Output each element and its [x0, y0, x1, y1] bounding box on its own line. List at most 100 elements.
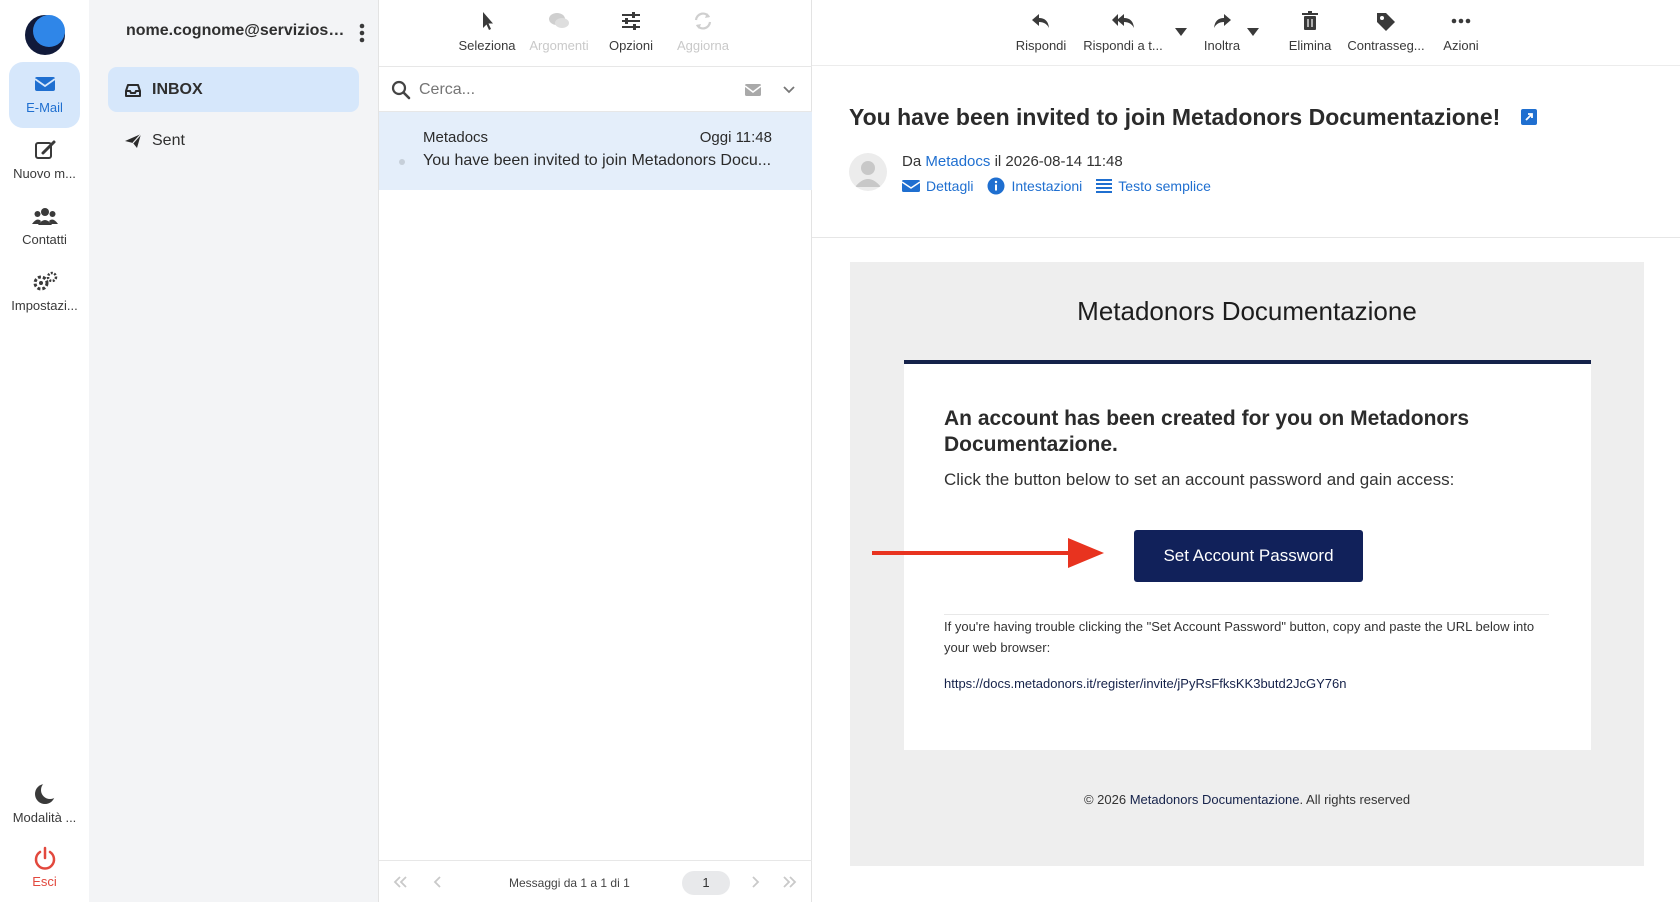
- flag-label: Contrasseg...: [1347, 38, 1425, 53]
- threads-icon: [549, 13, 569, 28]
- nav-rail: E-Mail Nuovo m... Contatti Impostazi... …: [0, 0, 89, 902]
- envelope-icon: [902, 180, 920, 192]
- power-icon: [34, 846, 55, 870]
- open-external-icon[interactable]: [1520, 108, 1538, 126]
- actions-button[interactable]: Azioni: [1434, 0, 1488, 53]
- options-button[interactable]: Opzioni: [595, 0, 667, 66]
- forward-caret-icon[interactable]: [1247, 28, 1259, 36]
- threads-button[interactable]: Argomenti: [523, 0, 595, 66]
- email-paragraph: Click the button below to set an account…: [944, 470, 1455, 489]
- search-input[interactable]: [419, 78, 719, 102]
- kebab-menu-icon[interactable]: [357, 22, 367, 44]
- inbox-icon: [125, 83, 141, 97]
- rail-item-email[interactable]: E-Mail: [9, 62, 80, 128]
- pagination: Messaggi da 1 a 1 di 1 1: [379, 860, 812, 902]
- reader-toolbar: Rispondi Rispondi a t... Inoltra Elimina…: [812, 0, 1680, 66]
- last-page-icon[interactable]: [781, 874, 799, 890]
- next-page-icon[interactable]: [746, 874, 764, 890]
- rail-item-label: Contatti: [22, 232, 67, 247]
- folder-pane: nome.cognome@serviziosost... INBOX Sent: [89, 0, 379, 902]
- search-icon: [391, 80, 411, 100]
- message-meta: Da Metadocs il 2026-08-14 11:48: [902, 153, 1123, 170]
- reply-label: Rispondi: [1015, 38, 1067, 53]
- message-links: Dettagli Intestazioni Testo semplice: [902, 177, 1211, 195]
- mail-app: E-Mail Nuovo m... Contatti Impostazi... …: [0, 0, 1680, 902]
- lines-icon: [1096, 179, 1113, 193]
- plain-text-link[interactable]: Testo semplice: [1096, 177, 1211, 195]
- envelope-icon: [33, 77, 56, 91]
- folder-sent[interactable]: Sent: [108, 118, 359, 163]
- details-link[interactable]: Dettagli: [902, 177, 973, 195]
- moon-icon: [34, 782, 58, 804]
- rail-item-contacts[interactable]: Contatti: [9, 194, 80, 260]
- message-subject: You have been invited to join Metadonors…: [423, 152, 772, 169]
- delete-button[interactable]: Elimina: [1282, 0, 1338, 53]
- info-icon: [987, 177, 1005, 195]
- refresh-icon: [694, 12, 712, 30]
- divider: [944, 614, 1549, 615]
- set-account-password-button[interactable]: Set Account Password: [1134, 530, 1363, 582]
- settings-icon: [33, 271, 57, 291]
- red-arrow-annotation: [872, 538, 1104, 568]
- rail-item-compose[interactable]: Nuovo m...: [9, 128, 80, 194]
- rail-item-label: Impostazi...: [11, 298, 78, 313]
- folder-label: INBOX: [152, 80, 203, 98]
- pointer-icon: [483, 12, 493, 30]
- options-label: Opzioni: [608, 38, 654, 53]
- message-title: You have been invited to join Metadonors…: [849, 104, 1501, 130]
- rail-item-dark-mode[interactable]: Modalità ...: [9, 772, 80, 838]
- reply-all-button[interactable]: Rispondi a t...: [1080, 0, 1166, 53]
- app-logo: [25, 15, 65, 55]
- select-label: Seleziona: [458, 38, 516, 53]
- pager-info: Messaggi da 1 a 1 di 1: [509, 876, 630, 890]
- rail-item-settings[interactable]: Impostazi...: [9, 260, 80, 326]
- envelope-filter-icon[interactable]: [744, 82, 762, 98]
- folder-label: Sent: [152, 131, 185, 149]
- reply-all-label: Rispondi a t...: [1083, 38, 1163, 53]
- contacts-icon: [31, 208, 58, 225]
- invite-url-link[interactable]: https://docs.metadonors.it/register/invi…: [944, 676, 1346, 691]
- reply-all-caret-icon[interactable]: [1175, 28, 1187, 36]
- refresh-label: Aggiorna: [676, 38, 730, 53]
- forward-button[interactable]: Inoltra: [1192, 0, 1252, 53]
- message-list-item[interactable]: Metadocs Oggi 11:48 You have been invite…: [379, 112, 812, 190]
- sliders-icon: [622, 12, 640, 30]
- forward-label: Inoltra: [1203, 38, 1241, 53]
- compose-icon: [34, 140, 55, 159]
- threads-label: Argomenti: [529, 38, 589, 53]
- sender-link[interactable]: Metadocs: [925, 153, 990, 170]
- from-prefix: Da: [902, 153, 922, 170]
- account-address: nome.cognome@serviziosost...: [126, 22, 346, 39]
- avatar: [849, 153, 887, 191]
- send-icon: [125, 133, 142, 148]
- headers-link[interactable]: Intestazioni: [987, 177, 1082, 195]
- chevron-down-icon[interactable]: [783, 85, 795, 95]
- plain-text-label: Testo semplice: [1118, 178, 1211, 194]
- footer-brand-link[interactable]: Metadonors Documentazione: [1130, 792, 1300, 807]
- headers-label: Intestazioni: [1011, 178, 1083, 194]
- rail-item-label: Esci: [32, 874, 57, 889]
- message-list-pane: Seleziona Argomenti Opzioni Aggiorna Cer…: [379, 0, 812, 902]
- divider: [812, 237, 1680, 238]
- email-footer: © 2026 Metadonors Documentazione. All ri…: [850, 792, 1644, 807]
- tag-icon: [1377, 13, 1395, 31]
- reply-button[interactable]: Rispondi: [1012, 0, 1070, 53]
- footer-rights: . All rights reserved: [1299, 792, 1411, 807]
- email-heading: Metadonors Documentazione: [1077, 296, 1417, 326]
- flag-button[interactable]: Contrasseg...: [1344, 0, 1428, 53]
- folder-inbox[interactable]: INBOX: [108, 67, 359, 112]
- current-page[interactable]: 1: [682, 871, 730, 895]
- email-title: An account has been created for you on M…: [944, 407, 1470, 456]
- more-icon: [1451, 18, 1471, 24]
- rail-item-label: E-Mail: [26, 100, 63, 115]
- rail-item-label: Nuovo m...: [13, 166, 76, 181]
- rail-item-logout[interactable]: Esci: [9, 836, 80, 902]
- message-reader: Rispondi Rispondi a t... Inoltra Elimina…: [812, 0, 1680, 902]
- first-page-icon[interactable]: [391, 874, 409, 890]
- previous-page-icon[interactable]: [429, 874, 447, 890]
- refresh-button[interactable]: Aggiorna: [667, 0, 739, 66]
- message-sender: Metadocs: [423, 129, 489, 146]
- date-prefix: il: [994, 153, 1002, 170]
- details-label: Dettagli: [926, 178, 974, 194]
- select-button[interactable]: Seleziona: [451, 0, 523, 66]
